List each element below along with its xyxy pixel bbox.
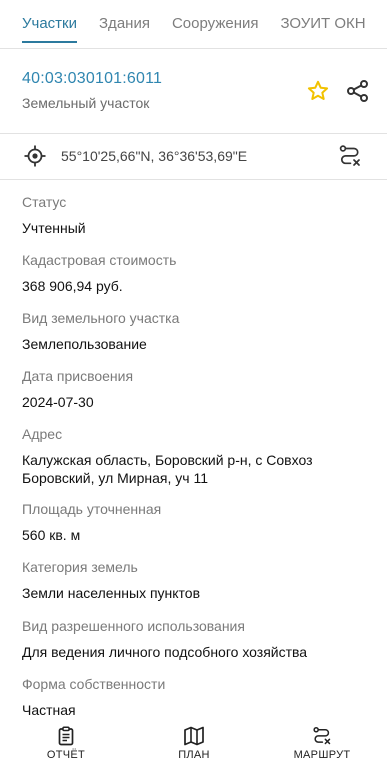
target-icon — [24, 145, 46, 167]
field-label: Форма собственности — [22, 676, 166, 692]
field-label: Статус — [22, 194, 67, 210]
field-area: Площадь уточненная 560 кв. м — [22, 500, 372, 544]
field-label: Категория земель — [22, 559, 138, 575]
field-label: Площадь уточненная — [22, 501, 162, 517]
star-icon — [307, 80, 329, 100]
field-ownership: Форма собственности Частная — [22, 675, 372, 719]
parcel-type: Земельный участок — [22, 95, 150, 111]
field-value: Калужская область, Боровский р-н, с Совх… — [22, 452, 313, 486]
route-button[interactable] — [338, 144, 362, 168]
plan-button[interactable]: ПЛАН — [154, 726, 234, 761]
route-label: МАРШРУТ — [293, 749, 351, 761]
field-value: Для ведения личного подсобного хозяйства — [22, 644, 308, 660]
map-icon — [184, 726, 204, 746]
favorite-button[interactable] — [306, 79, 330, 103]
tab-bar: Участки Здания Сооружения ЗОУИТ ОКН — [0, 0, 387, 48]
field-label: Вид земельного участка — [22, 310, 180, 326]
bottom-navigation: ОТЧЁТ ПЛАН МАРШРУТ — [0, 720, 387, 768]
field-label: Вид разрешенного использования — [22, 618, 245, 634]
coords-divider — [0, 179, 387, 180]
share-button[interactable] — [345, 78, 371, 104]
field-permitted-use: Вид разрешенного использования Для веден… — [22, 617, 372, 661]
locate-button[interactable] — [24, 145, 46, 167]
tab-parcels[interactable]: Участки — [22, 0, 77, 43]
field-value: 560 кв. м — [22, 527, 81, 543]
field-value: Частная — [22, 702, 76, 718]
cadastral-number[interactable]: 40:03:030101:6011 — [22, 70, 162, 88]
field-assignment-date: Дата присвоения 2024-07-30 — [22, 367, 372, 411]
share-icon — [347, 80, 368, 102]
tab-zouit-okn[interactable]: ЗОУИТ ОКН — [280, 0, 365, 42]
field-status: Статус Учтенный — [22, 193, 372, 237]
field-land-category: Категория земель Земли населенных пункто… — [22, 558, 372, 602]
field-label: Дата присвоения — [22, 368, 134, 384]
field-value: Землепользование — [22, 336, 147, 352]
field-value: 368 906,94 руб. — [22, 278, 123, 294]
field-value: Земли населенных пунктов — [22, 585, 201, 601]
tab-structures[interactable]: Сооружения — [172, 0, 259, 42]
route-nav-button[interactable]: МАРШРУТ — [282, 726, 362, 761]
route-icon — [313, 726, 331, 745]
field-label: Кадастровая стоимость — [22, 252, 177, 268]
parcel-header: 40:03:030101:6011 Земельный участок — [22, 70, 162, 111]
field-value: 2024-07-30 — [22, 394, 94, 410]
tab-buildings[interactable]: Здания — [99, 0, 150, 42]
field-label: Адрес — [22, 426, 63, 442]
report-button[interactable]: ОТЧЁТ — [26, 726, 106, 761]
field-value: Учтенный — [22, 220, 86, 236]
route-clear-icon — [339, 145, 360, 166]
coordinates-text[interactable]: 55°10'25,66"N, 36°36'53,69"E — [61, 148, 247, 164]
tab-divider — [0, 48, 387, 49]
field-parcel-kind: Вид земельного участка Землепользование — [22, 309, 372, 353]
field-cadastral-value: Кадастровая стоимость 368 906,94 руб. — [22, 251, 372, 295]
coordinates-row: 55°10'25,66"N, 36°36'53,69"E — [0, 134, 387, 178]
field-address: Адрес Калужская область, Боровский р-н, … — [22, 425, 372, 487]
report-icon — [58, 726, 74, 746]
report-label: ОТЧЁТ — [46, 749, 86, 761]
plan-label: ПЛАН — [178, 749, 210, 761]
